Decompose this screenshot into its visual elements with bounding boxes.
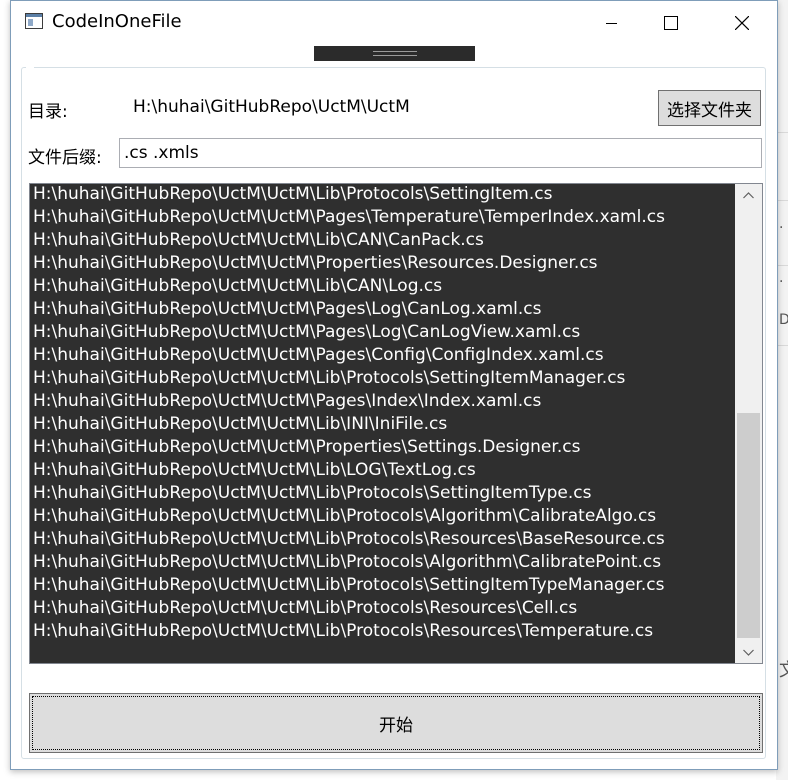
list-item[interactable]: H:\huhai\GitHubRepo\UctM\UctM\Lib\Protoc… xyxy=(33,483,733,506)
choose-folder-button[interactable]: 选择文件夹 xyxy=(658,90,761,126)
list-item[interactable]: H:\huhai\GitHubRepo\UctM\UctM\Lib\Protoc… xyxy=(33,575,733,598)
list-item[interactable]: H:\huhai\GitHubRepo\UctM\UctM\Pages\Log\… xyxy=(33,322,733,345)
list-item[interactable]: H:\huhai\GitHubRepo\UctM\UctM\Lib\Protoc… xyxy=(33,506,733,529)
focus-rectangle xyxy=(32,696,760,750)
maximize-button[interactable] xyxy=(648,1,694,45)
app-window-icon xyxy=(25,13,43,29)
grip-line xyxy=(373,55,417,56)
scroll-thumb[interactable] xyxy=(737,413,760,638)
minimize-icon xyxy=(606,23,617,24)
title-bar[interactable]: CodeInOneFile xyxy=(11,1,777,45)
background-text-fragment: 文 xyxy=(779,656,788,682)
app-window: CodeInOneFile 目录: H:\huhai\GitHubRepo\Uc… xyxy=(10,0,778,770)
directory-label: 目录: xyxy=(28,102,68,122)
list-item[interactable]: H:\huhai\GitHubRepo\UctM\UctM\Lib\Protoc… xyxy=(33,598,733,621)
list-item[interactable]: H:\huhai\GitHubRepo\UctM\UctM\Pages\Log\… xyxy=(33,299,733,322)
list-item[interactable]: H:\huhai\GitHubRepo\UctM\UctM\Lib\CAN\Ca… xyxy=(33,230,733,253)
list-item[interactable]: H:\huhai\GitHubRepo\UctM\UctM\Lib\Protoc… xyxy=(33,368,733,391)
group-box-header xyxy=(26,65,34,69)
chevron-down-icon xyxy=(743,649,754,656)
maximize-icon xyxy=(664,16,678,30)
grip-line xyxy=(373,51,417,52)
file-list-items: H:\huhai\GitHubRepo\UctM\UctM\Lib\Protoc… xyxy=(33,184,733,644)
background-text-fragment: . xyxy=(779,270,784,286)
list-item[interactable]: H:\huhai\GitHubRepo\UctM\UctM\Properties… xyxy=(33,437,733,460)
list-item[interactable]: H:\huhai\GitHubRepo\UctM\UctM\Pages\Inde… xyxy=(33,391,733,414)
suffix-label: 文件后缀: xyxy=(28,148,102,168)
list-item[interactable]: H:\huhai\GitHubRepo\UctM\UctM\Lib\LOG\Te… xyxy=(33,460,733,483)
scroll-down-button[interactable] xyxy=(735,641,762,663)
drag-handle[interactable] xyxy=(314,46,475,61)
window-title: CodeInOneFile xyxy=(52,11,182,32)
start-button[interactable]: 开始 xyxy=(29,693,763,753)
list-item[interactable]: H:\huhai\GitHubRepo\UctM\UctM\Pages\Temp… xyxy=(33,207,733,230)
list-item[interactable]: H:\huhai\GitHubRepo\UctM\UctM\Lib\CAN\Lo… xyxy=(33,276,733,299)
close-button[interactable] xyxy=(719,1,765,45)
close-icon xyxy=(735,16,749,30)
list-item[interactable]: H:\huhai\GitHubRepo\UctM\UctM\Lib\Protoc… xyxy=(33,529,733,552)
background-text-fragment: . xyxy=(779,216,784,232)
vertical-scrollbar[interactable] xyxy=(735,184,762,663)
list-item[interactable]: H:\huhai\GitHubRepo\UctM\UctM\Lib\Protoc… xyxy=(33,552,733,575)
list-item[interactable]: H:\huhai\GitHubRepo\UctM\UctM\Lib\INI\In… xyxy=(33,414,733,437)
list-item[interactable]: H:\huhai\GitHubRepo\UctM\UctM\Properties… xyxy=(33,253,733,276)
directory-path: H:\huhai\GitHubRepo\UctM\UctM xyxy=(133,97,410,117)
list-item[interactable]: H:\huhai\GitHubRepo\UctM\UctM\Pages\Conf… xyxy=(33,345,733,368)
background-text-fragment: D xyxy=(779,312,788,328)
file-list[interactable]: H:\huhai\GitHubRepo\UctM\UctM\Lib\Protoc… xyxy=(29,183,763,664)
list-item[interactable]: H:\huhai\GitHubRepo\UctM\UctM\Lib\Protoc… xyxy=(33,184,733,207)
scroll-up-button[interactable] xyxy=(735,184,762,206)
minimize-button[interactable] xyxy=(589,1,635,45)
suffix-input[interactable] xyxy=(119,138,762,168)
chevron-up-icon xyxy=(743,191,754,198)
list-item[interactable]: H:\huhai\GitHubRepo\UctM\UctM\Lib\Protoc… xyxy=(33,621,733,644)
